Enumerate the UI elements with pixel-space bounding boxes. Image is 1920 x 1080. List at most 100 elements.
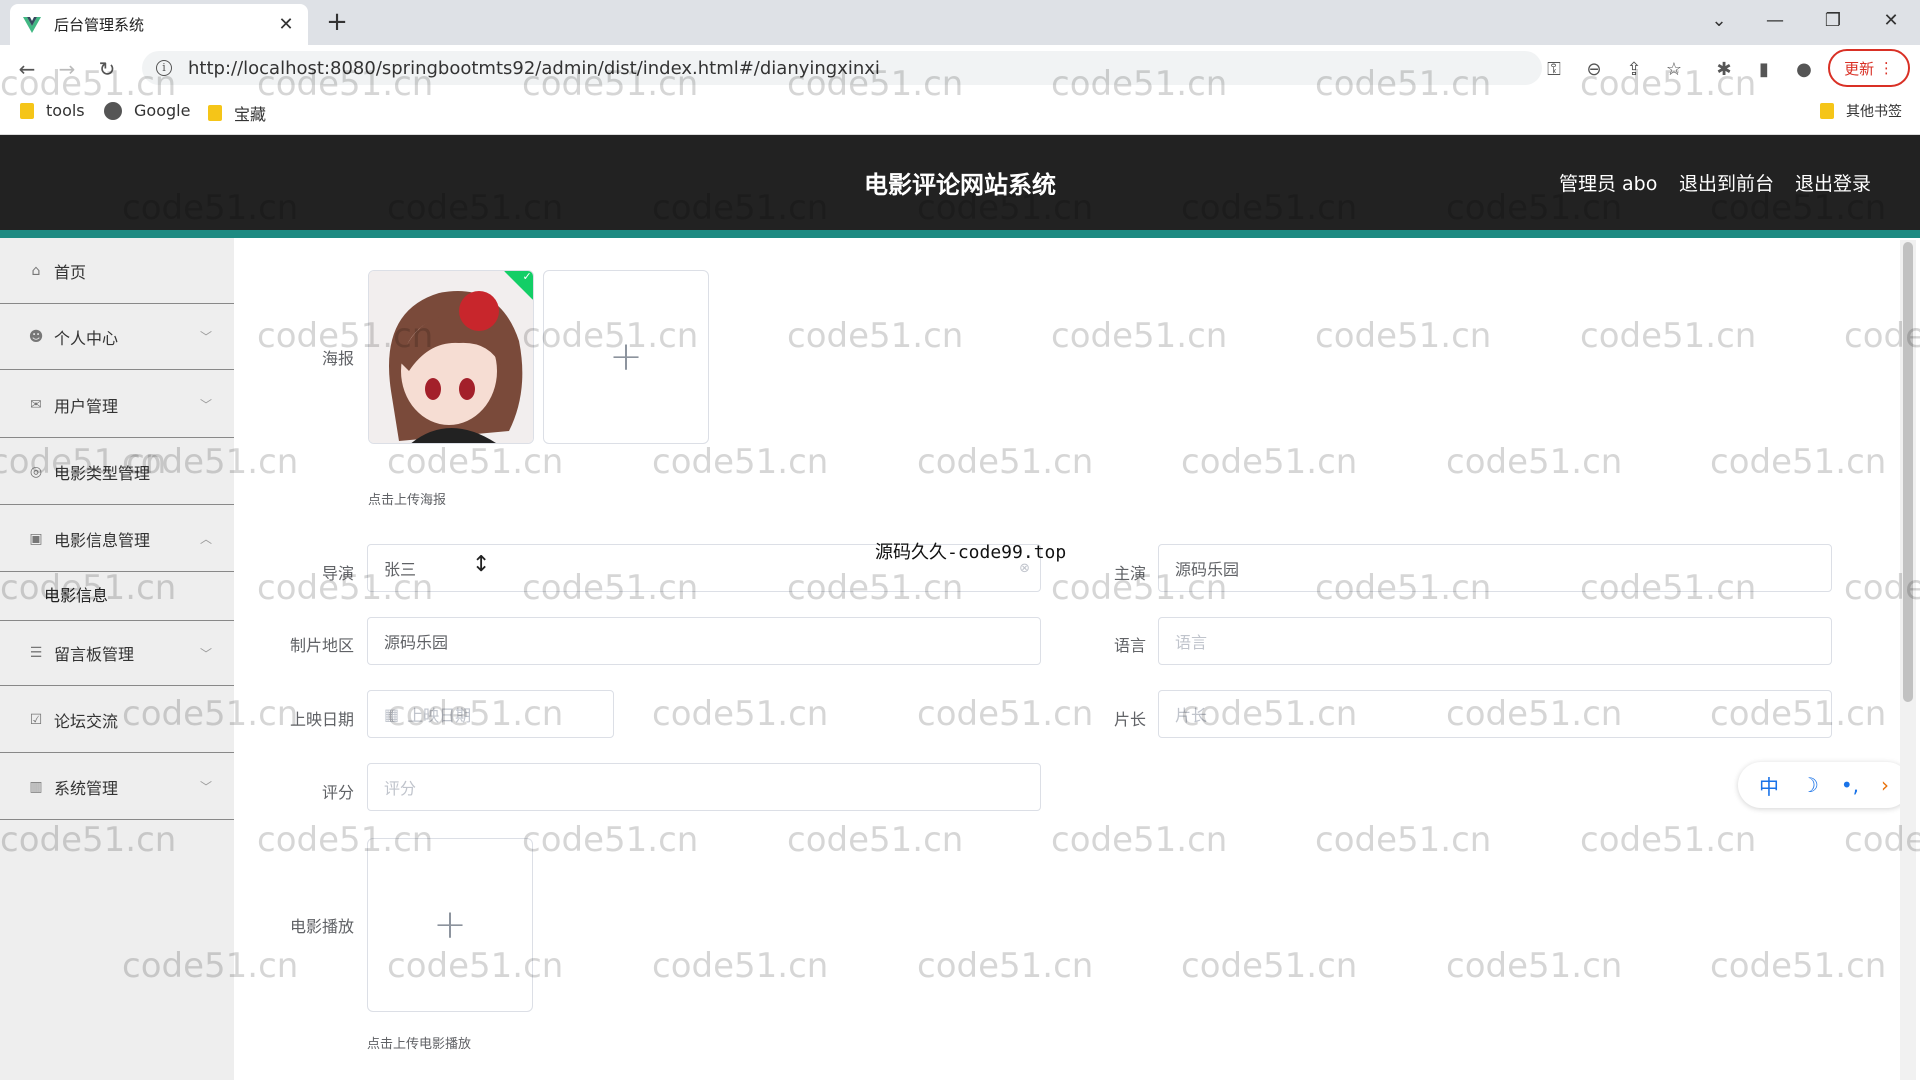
tab-search-icon[interactable]: ⌄ (1694, 0, 1744, 40)
poster-thumbnail-icon (369, 271, 533, 443)
share-icon[interactable]: ⇪ (1621, 56, 1647, 82)
play-upload-button[interactable]: + (367, 838, 533, 1012)
profile-icon[interactable]: ● (1791, 56, 1817, 82)
chevron-down-icon: ﹀ (199, 398, 212, 412)
url-text[interactable]: http://localhost:8080/springbootmts92/ad… (188, 58, 880, 79)
score-input[interactable]: 评分 (367, 763, 1041, 811)
punctuation-icon[interactable]: •, (1841, 773, 1859, 797)
moon-icon[interactable]: ☽ (1801, 773, 1819, 797)
sidebar-item-system[interactable]: ▥ 系统管理 ﹀ (0, 754, 234, 820)
mail-icon: ✉ (30, 396, 42, 413)
circle-icon: ◎ (29, 463, 43, 480)
overlay-caption: 源码久久-code99.top (875, 542, 1067, 563)
star-icon[interactable]: ☆ (1661, 56, 1687, 82)
date-picker[interactable]: ▦ 上映日期 (367, 690, 614, 738)
forward-arrow-icon[interactable]: → (52, 54, 82, 84)
browser-tab[interactable]: 后台管理系统 ✕ (10, 4, 308, 45)
side-panel-icon[interactable]: ▮ (1751, 56, 1777, 82)
plus-icon: + (433, 902, 467, 948)
update-label: 更新 (1844, 59, 1875, 78)
zoom-out-icon[interactable]: ⊖ (1581, 56, 1607, 82)
extensions-icon[interactable]: ✱ (1711, 56, 1737, 82)
bookmark-treasure[interactable]: 宝藏 (208, 101, 266, 125)
length-label: 片长 (1113, 710, 1146, 729)
close-tab-icon[interactable]: ✕ (276, 14, 296, 35)
sidebar-item-forum[interactable]: ☑ 论坛交流 (0, 687, 234, 753)
sidebar-item-movie-info[interactable]: ▣ 电影信息管理 ︿ (0, 506, 234, 572)
list-icon: ☰ (29, 645, 43, 661)
address-toolbar: ← → ↻ i http://localhost:8080/springboot… (0, 45, 1920, 91)
plus-icon: + (609, 334, 643, 380)
sidebar-item-label: 留言板管理 (54, 645, 135, 664)
poster-label: 海报 (321, 349, 354, 368)
new-tab-button[interactable]: + (322, 8, 352, 38)
header-accent-bar (0, 230, 1920, 238)
scrollbar-thumb[interactable] (1903, 242, 1913, 702)
sidebar-item-home[interactable]: ⌂ 首页 (0, 238, 234, 304)
ime-mode[interactable]: 中 (1759, 771, 1779, 800)
language-input[interactable]: 语言 (1158, 617, 1832, 665)
sidebar-item-movie-types[interactable]: ◎ 电影类型管理 (0, 439, 234, 505)
sidebar-item-users[interactable]: ✉ 用户管理 ﹀ (0, 372, 234, 438)
length-placeholder: 片长 (1175, 706, 1208, 725)
sidebar-item-label: 系统管理 (54, 778, 119, 798)
bookmark-label: 宝藏 (234, 105, 267, 124)
window-close-button[interactable]: ✕ (1866, 0, 1916, 40)
date-placeholder: 上映日期 (407, 706, 472, 725)
bookmark-label: 其他书签 (1846, 104, 1902, 120)
language-label: 语言 (1113, 636, 1146, 655)
back-to-front-link[interactable]: 退出到前台 (1679, 169, 1774, 196)
sidebar-item-label: 论坛交流 (54, 711, 119, 731)
bookmark-tools[interactable]: tools (20, 101, 85, 120)
minimize-button[interactable]: — (1750, 0, 1800, 40)
sidebar-item-messages[interactable]: ☰ 留言板管理 ﹀ (0, 620, 234, 686)
poster-hint: 点击上传海报 (368, 493, 447, 508)
check-icon: ☑ (29, 711, 43, 728)
star-input[interactable]: 源码乐园 (1158, 544, 1832, 592)
sidebar-item-label: 个人中心 (54, 328, 119, 348)
poster-image[interactable]: ✓ (368, 270, 534, 444)
restore-button[interactable]: ❐ (1808, 0, 1858, 40)
address-bar[interactable]: i http://localhost:8080/springbootmts92/… (142, 51, 1542, 85)
chevron-up-icon: ︿ (199, 532, 212, 546)
length-input[interactable]: 片长 (1158, 690, 1832, 738)
checkmark-icon: ✓ (522, 270, 532, 283)
other-bookmarks[interactable]: 其他书签 (1820, 101, 1902, 121)
update-button[interactable]: 更新 ⋮ (1828, 49, 1910, 87)
director-label: 导演 (321, 564, 354, 583)
chevron-right-icon[interactable]: › (1881, 773, 1889, 797)
calendar-icon: ▦ (384, 704, 400, 724)
region-value: 源码乐园 (384, 633, 449, 652)
chevron-down-icon: ﹀ (199, 330, 212, 344)
score-label: 评分 (321, 783, 354, 802)
date-label: 上映日期 (289, 710, 354, 729)
score-placeholder: 评分 (384, 779, 417, 798)
bookmark-label: Google (134, 101, 191, 120)
sidebar-item-label: 电影信息管理 (54, 530, 151, 550)
poster-upload-button[interactable]: + (543, 270, 709, 444)
ime-toolbar[interactable]: 中 ☽ •, › (1738, 762, 1910, 808)
site-info-icon[interactable]: i (156, 60, 172, 76)
folder-icon (20, 102, 34, 119)
user-icon: ☻ (28, 328, 44, 345)
director-value: 张三 (384, 560, 417, 579)
back-arrow-icon[interactable]: ← (12, 54, 42, 84)
folder-icon (208, 105, 222, 121)
bookmark-google[interactable]: Google (104, 101, 190, 120)
globe-icon (104, 101, 122, 120)
vue-logo-icon (22, 15, 42, 35)
sidebar-item-personal[interactable]: ☻ 个人中心 ﹀ (0, 304, 234, 370)
play-hint: 点击上传电影播放 (367, 1037, 472, 1052)
key-icon[interactable]: ⚿ (1541, 56, 1567, 82)
bookmarks-bar: tools Google 宝藏 其他书签 (0, 91, 1920, 135)
region-input[interactable]: 源码乐园 (367, 617, 1041, 665)
sidebar-subitem-movie-info[interactable]: 电影信息 (44, 582, 108, 606)
logout-link[interactable]: 退出登录 (1795, 169, 1871, 196)
sidebar: ⌂ 首页 ☻ 个人中心 ﹀ ✉ 用户管理 ﹀ ◎ 电影类型管理 ▣ 电影信息管理… (0, 238, 234, 1080)
page-scrollbar[interactable] (1900, 240, 1916, 1080)
chevron-down-icon: ﹀ (199, 647, 212, 661)
reload-icon[interactable]: ↻ (92, 54, 122, 84)
browser-tabstrip: 后台管理系统 ✕ + ⌄ — ❐ ✕ (0, 0, 1920, 45)
sidebar-item-label: 首页 (54, 262, 87, 282)
folder-icon (1820, 103, 1834, 119)
